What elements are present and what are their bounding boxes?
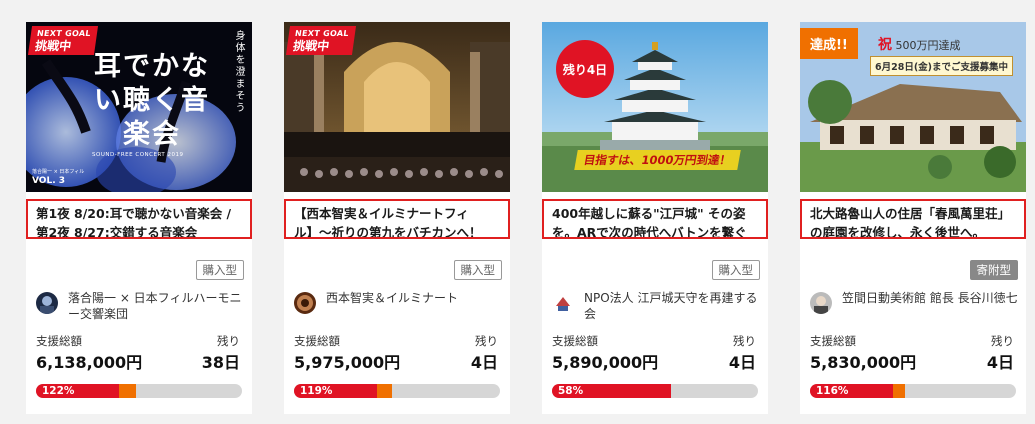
owner-avatar	[294, 292, 316, 314]
owner-name: 笠間日動美術館 館長 長谷川徳七	[842, 291, 1018, 305]
image-sub-text: SOUND-FREE CONCERT 2019	[92, 152, 184, 158]
owner-avatar	[810, 292, 832, 314]
remaining-label: 残り	[991, 334, 1014, 348]
remaining-days-badge: 残り4日	[556, 40, 614, 98]
support-total-amount: 5,830,000円	[810, 353, 917, 372]
owner-avatar	[36, 292, 58, 314]
remaining-days: 4日	[470, 353, 498, 372]
celebrate-box: 祝 500万円達成 6月28日(金)までご支援募集中	[870, 32, 1020, 82]
project-title[interactable]: 北大路魯山人の住居「春風萬里荘」の庭園を改修し、永く後世へ。	[800, 199, 1026, 239]
progress-bar: 58%	[552, 384, 758, 398]
progress-percent: 116%	[816, 385, 849, 397]
owner-name: 落合陽一 × 日本フィルハーモニー交響楽団	[68, 291, 242, 321]
project-card[interactable]: 残り4日 目指すは、1000万円到達！ 400年越しに蘇る"江戸城" その姿を。…	[542, 22, 768, 414]
project-card-row: NEXT GOAL 挑戦中 耳でかない聴く音楽会 身体を澄まそう SOUND-F…	[0, 0, 1035, 424]
project-thumbnail[interactable]: NEXT GOAL 挑戦中	[284, 22, 510, 192]
owner-avatar	[552, 292, 574, 314]
progress-percent: 122%	[42, 385, 75, 397]
support-total-amount: 5,975,000円	[294, 353, 401, 372]
image-vol-text: VOL. 3	[32, 176, 66, 186]
project-type-badge: 購入型	[195, 260, 244, 280]
remaining-label: 残り	[217, 334, 240, 348]
support-total-label: 支援総額	[36, 334, 82, 348]
remaining-days: 38日	[201, 353, 240, 372]
project-thumbnail[interactable]: 達成!! 祝 500万円達成 6月28日(金)までご支援募集中	[800, 22, 1026, 192]
progress-fill-stretch	[119, 384, 136, 398]
project-owner[interactable]: 西本智実＆イルミナート	[294, 290, 504, 322]
remaining-label: 残り	[733, 334, 756, 348]
image-side-text: 身体を澄まそう	[233, 30, 244, 114]
remaining-days: 4日	[986, 353, 1014, 372]
remaining-label: 残り	[475, 334, 498, 348]
project-card[interactable]: NEXT GOAL 挑戦中 耳でかない聴く音楽会 身体を澄まそう SOUND-F…	[26, 22, 252, 414]
owner-name: 西本智実＆イルミナート	[326, 291, 459, 305]
progress-bar: 116%	[810, 384, 1016, 398]
project-title[interactable]: 400年越しに蘇る"江戸城" その姿を。ARで次の時代へバトンを繋ぐ	[542, 199, 768, 239]
support-total-amount: 6,138,000円	[36, 353, 143, 372]
goal-banner: 目指すは、1000万円到達！	[574, 150, 741, 170]
next-goal-badge: NEXT GOAL 挑戦中	[285, 26, 356, 55]
celebrate-date: 6月28日(金)までご支援募集中	[870, 56, 1014, 76]
owner-name: NPO法人 江戸城天守を再建する会	[584, 291, 758, 321]
support-total-amount: 5,890,000円	[552, 353, 659, 372]
support-total-label: 支援総額	[294, 334, 340, 348]
project-type-badge: 購入型	[453, 260, 502, 280]
project-thumbnail[interactable]: NEXT GOAL 挑戦中 耳でかない聴く音楽会 身体を澄まそう SOUND-F…	[26, 22, 252, 192]
project-owner[interactable]: 落合陽一 × 日本フィルハーモニー交響楽団	[36, 290, 246, 322]
project-title[interactable]: 【西本智実＆イルミナートフィル】〜祈りの第九をバチカンへ！	[284, 199, 510, 239]
progress-fill-stretch	[893, 384, 906, 398]
progress-fill-stretch	[377, 384, 392, 398]
celebrate-char: 祝	[878, 37, 892, 53]
support-total-label: 支援総額	[810, 334, 856, 348]
image-credit-text: 落合陽一 × 日本フィル	[32, 169, 85, 175]
project-card[interactable]: NEXT GOAL 挑戦中 【西本智実＆イルミナートフィル】〜祈りの第九をバチカ…	[284, 22, 510, 414]
project-owner[interactable]: NPO法人 江戸城天守を再建する会	[552, 290, 762, 322]
project-card[interactable]: 達成!! 祝 500万円達成 6月28日(金)までご支援募集中 北大路魯山人の住…	[800, 22, 1026, 414]
project-type-badge: 寄附型	[969, 260, 1018, 280]
remaining-days: 4日	[728, 353, 756, 372]
progress-bar: 122%	[36, 384, 242, 398]
support-total-label: 支援総額	[552, 334, 598, 348]
project-type-badge: 購入型	[711, 260, 760, 280]
image-main-text: 耳でかない聴く音楽会	[94, 51, 210, 150]
progress-percent: 119%	[300, 385, 333, 397]
project-thumbnail[interactable]: 残り4日 目指すは、1000万円到達！	[542, 22, 768, 192]
project-title[interactable]: 第1夜 8/20:耳で聴かない音楽会 / 第2夜 8/27:交錯する音楽会	[26, 199, 252, 239]
celebrate-text: 500万円達成	[895, 39, 961, 52]
progress-bar: 119%	[294, 384, 500, 398]
progress-percent: 58%	[558, 385, 584, 397]
project-owner[interactable]: 笠間日動美術館 館長 長谷川徳七	[810, 290, 1020, 322]
achieved-badge: 達成!!	[800, 28, 858, 59]
